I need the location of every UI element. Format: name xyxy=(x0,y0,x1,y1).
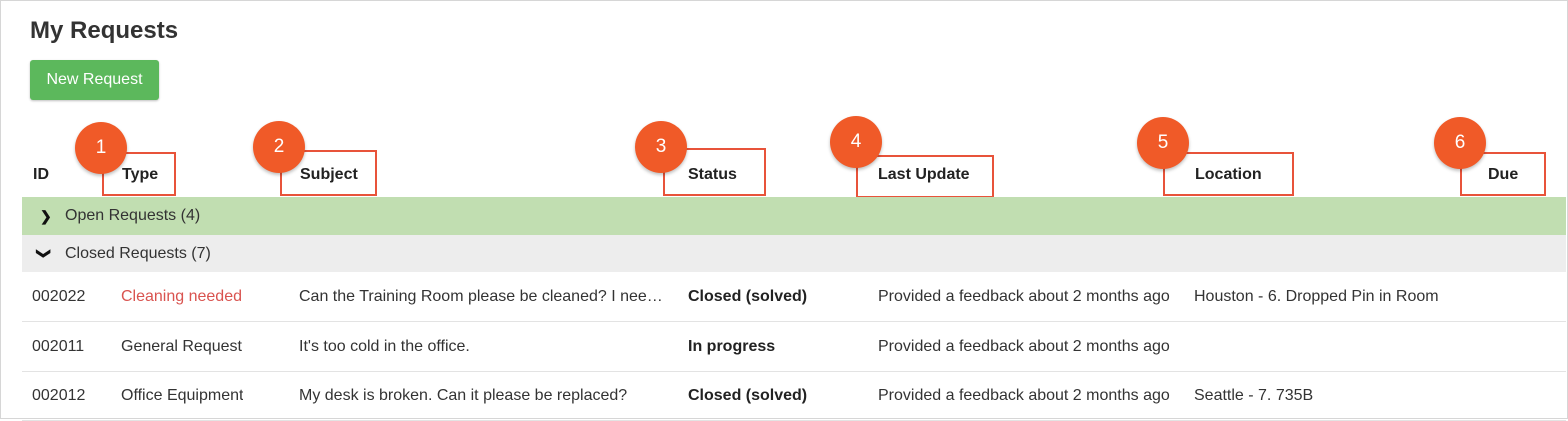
marker-1: 1 xyxy=(75,122,127,174)
cell-type[interactable]: Office Equipment xyxy=(121,371,243,420)
highlight-box-last-update xyxy=(856,155,994,198)
cell-status: In progress xyxy=(688,338,776,355)
chevron-right-icon: ❯ xyxy=(40,208,52,224)
group-label: Open Requests (4) xyxy=(65,207,201,224)
cell-id: 002011 xyxy=(32,338,85,355)
group-label: Closed Requests (7) xyxy=(65,245,211,262)
cell-last-update: Provided a feedback about 2 months ago xyxy=(878,387,1170,404)
marker-6: 6 xyxy=(1434,117,1486,169)
cell-subject[interactable]: It's too cold in the office. xyxy=(299,322,669,371)
cell-last-update: Provided a feedback about 2 months ago xyxy=(878,338,1170,355)
marker-2: 2 xyxy=(253,121,305,173)
chevron-down-icon: ❯ xyxy=(36,247,53,260)
cell-location: Houston - 6. Dropped Pin in Room xyxy=(1194,288,1439,305)
cell-subject[interactable]: My desk is broken. Can it please be repl… xyxy=(299,371,669,420)
table-row[interactable]: 002012 Office Equipment My desk is broke… xyxy=(22,371,1566,421)
cell-status: Closed (solved) xyxy=(688,387,808,404)
cell-type[interactable]: Cleaning needed xyxy=(121,272,242,321)
cell-last-update: Provided a feedback about 2 months ago xyxy=(878,288,1170,305)
cell-location: Seattle - 7. 735B xyxy=(1194,387,1314,404)
new-request-button[interactable]: New Request xyxy=(30,60,159,100)
page-title: My Requests xyxy=(30,17,179,44)
cell-id: 002022 xyxy=(32,288,86,305)
group-open-requests[interactable]: ❯ Open Requests (4) xyxy=(22,197,1566,235)
table-row[interactable]: 002011 General Request It's too cold in … xyxy=(22,322,1566,372)
marker-3: 3 xyxy=(635,121,687,173)
cell-status: Closed (solved) xyxy=(688,288,808,305)
table-row[interactable]: 002022 Cleaning needed Can the Training … xyxy=(22,272,1566,322)
cell-id: 002012 xyxy=(32,387,86,404)
cell-subject[interactable]: Can the Training Room please be cleaned?… xyxy=(299,272,669,321)
cell-type[interactable]: General Request xyxy=(121,322,242,371)
marker-4: 4 xyxy=(830,116,882,168)
group-closed-requests[interactable]: ❯ Closed Requests (7) xyxy=(22,235,1566,272)
marker-5: 5 xyxy=(1137,117,1189,169)
header-id[interactable]: ID xyxy=(33,166,49,184)
